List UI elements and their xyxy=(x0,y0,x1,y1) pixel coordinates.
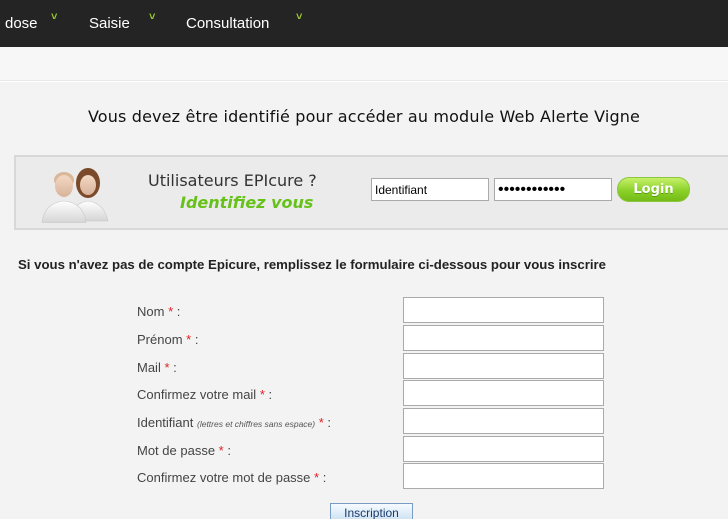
label-text: Identifiant xyxy=(137,415,194,430)
label-suffix: : xyxy=(169,360,177,375)
mail-input[interactable] xyxy=(403,353,604,379)
top-navbar: dose ˅ Saisie ˅ Consultation ˅ xyxy=(0,0,728,47)
confirm-password-input[interactable] xyxy=(403,463,604,489)
field-label-password: Mot de passe * : xyxy=(137,443,231,458)
login-call-to-action: Identifiez vous xyxy=(180,193,314,212)
confirm-mail-input[interactable] xyxy=(403,380,604,406)
nav-item-consultation[interactable]: Consultation xyxy=(186,0,269,47)
label-text: Nom xyxy=(137,304,165,319)
nav-item-label: dose xyxy=(5,15,38,32)
chevron-down-icon: ˅ xyxy=(149,11,156,23)
nav-item-saisie[interactable]: Saisie xyxy=(89,0,130,47)
field-label-prenom: Prénom * : xyxy=(137,332,198,347)
label-text: Mot de passe xyxy=(137,443,216,458)
nav-item-label: Consultation xyxy=(186,15,270,32)
label-suffix: : xyxy=(264,387,273,402)
identifiant-input[interactable] xyxy=(403,408,604,434)
label-suffix: : xyxy=(191,332,199,347)
new-password-input[interactable] xyxy=(403,436,604,462)
subheader-band xyxy=(0,47,728,81)
users-icon xyxy=(41,168,109,223)
page-title: Vous devez être identifié pour accéder a… xyxy=(87,107,641,126)
field-label-identifiant: Identifiant (lettres et chiffres sans es… xyxy=(137,415,331,430)
label-text: Confirmez votre mot de passe xyxy=(137,470,311,485)
username-input[interactable] xyxy=(371,178,489,201)
label-text: Prénom xyxy=(137,332,183,347)
nav-item-dose[interactable]: dose xyxy=(5,0,38,47)
prenom-input[interactable] xyxy=(403,325,604,351)
login-question: Utilisateurs EPIcure ? xyxy=(148,171,317,190)
label-suffix: : xyxy=(319,470,327,485)
field-label-mail: Mail * : xyxy=(137,360,177,375)
nav-item-label: Saisie xyxy=(89,15,130,32)
label-suffix: : xyxy=(173,304,181,319)
field-hint: (lettres et chiffres sans espace) xyxy=(197,419,316,429)
field-label-confirm-mail: Confirmez votre mail * : xyxy=(137,387,272,402)
label-suffix: : xyxy=(323,415,332,430)
chevron-down-icon: ˅ xyxy=(51,11,58,23)
register-intro: Si vous n'avez pas de compte Epicure, re… xyxy=(18,257,606,272)
password-input[interactable] xyxy=(494,178,612,201)
login-button[interactable]: Login xyxy=(617,177,690,202)
label-suffix: : xyxy=(223,443,231,458)
inscription-button[interactable]: Inscription xyxy=(330,503,413,519)
label-text: Confirmez votre mail xyxy=(137,387,257,402)
field-label-nom: Nom * : xyxy=(137,304,180,319)
content-area xyxy=(0,82,728,519)
chevron-down-icon: ˅ xyxy=(296,11,303,23)
field-label-confirm-password: Confirmez votre mot de passe * : xyxy=(137,470,326,485)
nom-input[interactable] xyxy=(403,297,604,323)
label-text: Mail xyxy=(137,360,161,375)
